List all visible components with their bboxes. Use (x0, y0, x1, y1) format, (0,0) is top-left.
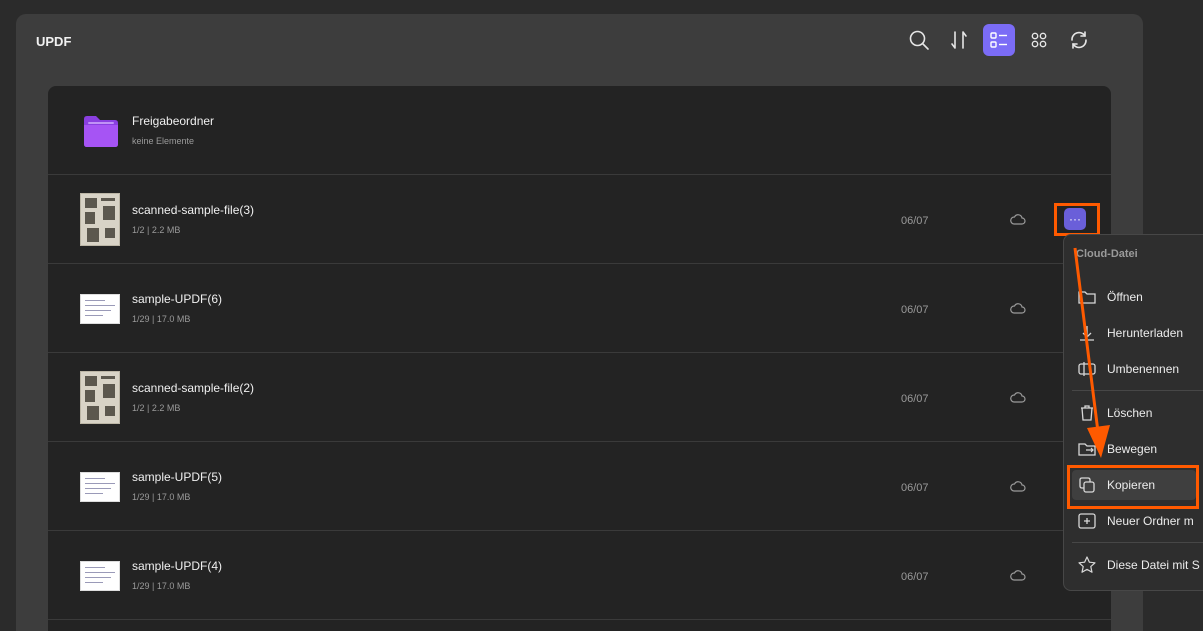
file-name: sample-UPDF(6) (132, 292, 223, 306)
sort-icon (951, 31, 967, 49)
download-icon (1080, 326, 1094, 341)
menu-item-label: Umbenennen (1107, 362, 1180, 376)
list-item-folder[interactable]: Freigabeordner keine Elemente (48, 86, 1111, 175)
menu-item-delete[interactable]: Löschen (1064, 398, 1203, 428)
cloud-icon (1010, 392, 1026, 403)
file-date: 06/07 (901, 393, 929, 405)
grid-view-icon (1031, 32, 1047, 48)
list-item-file[interactable]: scanned-sample-file(3) 1/2 | 2.2 MB 06/0… (48, 175, 1111, 264)
list-view-icon (990, 32, 1007, 48)
file-name: scanned-sample-file(2) (132, 381, 255, 395)
list-view-button[interactable] (983, 24, 1015, 56)
toolbar (903, 24, 1095, 56)
file-date: 06/07 (901, 304, 929, 316)
file-date: 06/07 (901, 482, 929, 494)
menu-header: Cloud-Datei (1076, 248, 1138, 260)
grid-view-button[interactable] (1023, 24, 1055, 56)
cloud-icon (1010, 303, 1026, 314)
file-thumbnail (80, 371, 120, 424)
menu-item-open[interactable]: Öffnen (1064, 282, 1203, 312)
file-date: 06/07 (901, 215, 929, 227)
file-meta: 1/29 | 17.0 MB (132, 492, 191, 502)
search-icon (909, 30, 929, 50)
folder-icon (84, 116, 118, 147)
refresh-icon (1071, 31, 1087, 49)
menu-item-download[interactable]: Herunterladen (1064, 318, 1203, 348)
file-thumbnail (80, 294, 120, 324)
cloud-icon (1010, 214, 1026, 225)
context-menu: Cloud-Datei Öffnen Herunterladen Umbenen… (1063, 234, 1203, 591)
file-thumbnail (80, 472, 120, 502)
file-thumbnail (80, 193, 120, 246)
file-meta: 1/2 | 2.2 MB (132, 225, 181, 235)
copy-item-highlight (1067, 465, 1199, 509)
list-item-file[interactable]: sample-UPDF(6) 1/29 | 17.0 MB 06/07 (48, 264, 1111, 353)
file-thumbnail (80, 561, 120, 591)
menu-divider (1072, 542, 1203, 543)
menu-item-label: Herunterladen (1107, 326, 1184, 340)
menu-item-label: Löschen (1107, 406, 1153, 420)
search-button[interactable] (903, 24, 935, 56)
cloud-icon (1010, 570, 1026, 581)
more-button-highlight (1054, 203, 1100, 236)
menu-item-move[interactable]: Bewegen (1064, 434, 1203, 464)
new-folder-icon (1078, 513, 1096, 529)
file-name: sample-UPDF(4) (132, 559, 223, 573)
folder-open-icon (1078, 291, 1096, 304)
trash-icon (1081, 405, 1093, 421)
menu-item-new-folder[interactable]: Neuer Ordner m (1064, 506, 1203, 536)
menu-divider (1072, 390, 1203, 391)
menu-item-label: Diese Datei mit S (1107, 558, 1200, 572)
file-name: scanned-sample-file(3) (132, 203, 255, 217)
menu-item-rename[interactable]: Umbenennen (1064, 354, 1203, 384)
file-meta: 1/2 | 2.2 MB (132, 403, 181, 413)
move-icon (1078, 443, 1096, 456)
rename-icon (1078, 362, 1096, 376)
list-item-file[interactable]: sample-UPDF(4) 1/29 | 17.0 MB 06/07 (48, 531, 1111, 620)
menu-item-label: Öffnen (1107, 290, 1143, 304)
app-title: UPDF (36, 34, 72, 49)
refresh-button[interactable] (1063, 24, 1095, 56)
cloud-icon (1010, 481, 1026, 492)
file-meta: 1/29 | 17.0 MB (132, 581, 191, 591)
menu-item-label: Bewegen (1107, 442, 1158, 456)
file-meta: 1/29 | 17.0 MB (132, 314, 191, 324)
folder-meta: keine Elemente (132, 136, 195, 146)
folder-name: Freigabeordner (132, 114, 215, 128)
menu-item-label: Neuer Ordner m (1107, 514, 1194, 528)
list-item-file[interactable]: sample-UPDF(5) 1/29 | 17.0 MB 06/07 (48, 442, 1111, 531)
sort-button[interactable] (943, 24, 975, 56)
menu-item-share[interactable]: Diese Datei mit S (1064, 550, 1203, 580)
file-date: 06/07 (901, 571, 929, 583)
file-name: sample-UPDF(5) (132, 470, 223, 484)
star-icon (1078, 556, 1096, 573)
list-item-file[interactable]: scanned-sample-file(2) 1/2 | 2.2 MB 06/0… (48, 353, 1111, 442)
file-list: Freigabeordner keine Elemente scanned-sa… (48, 86, 1111, 631)
